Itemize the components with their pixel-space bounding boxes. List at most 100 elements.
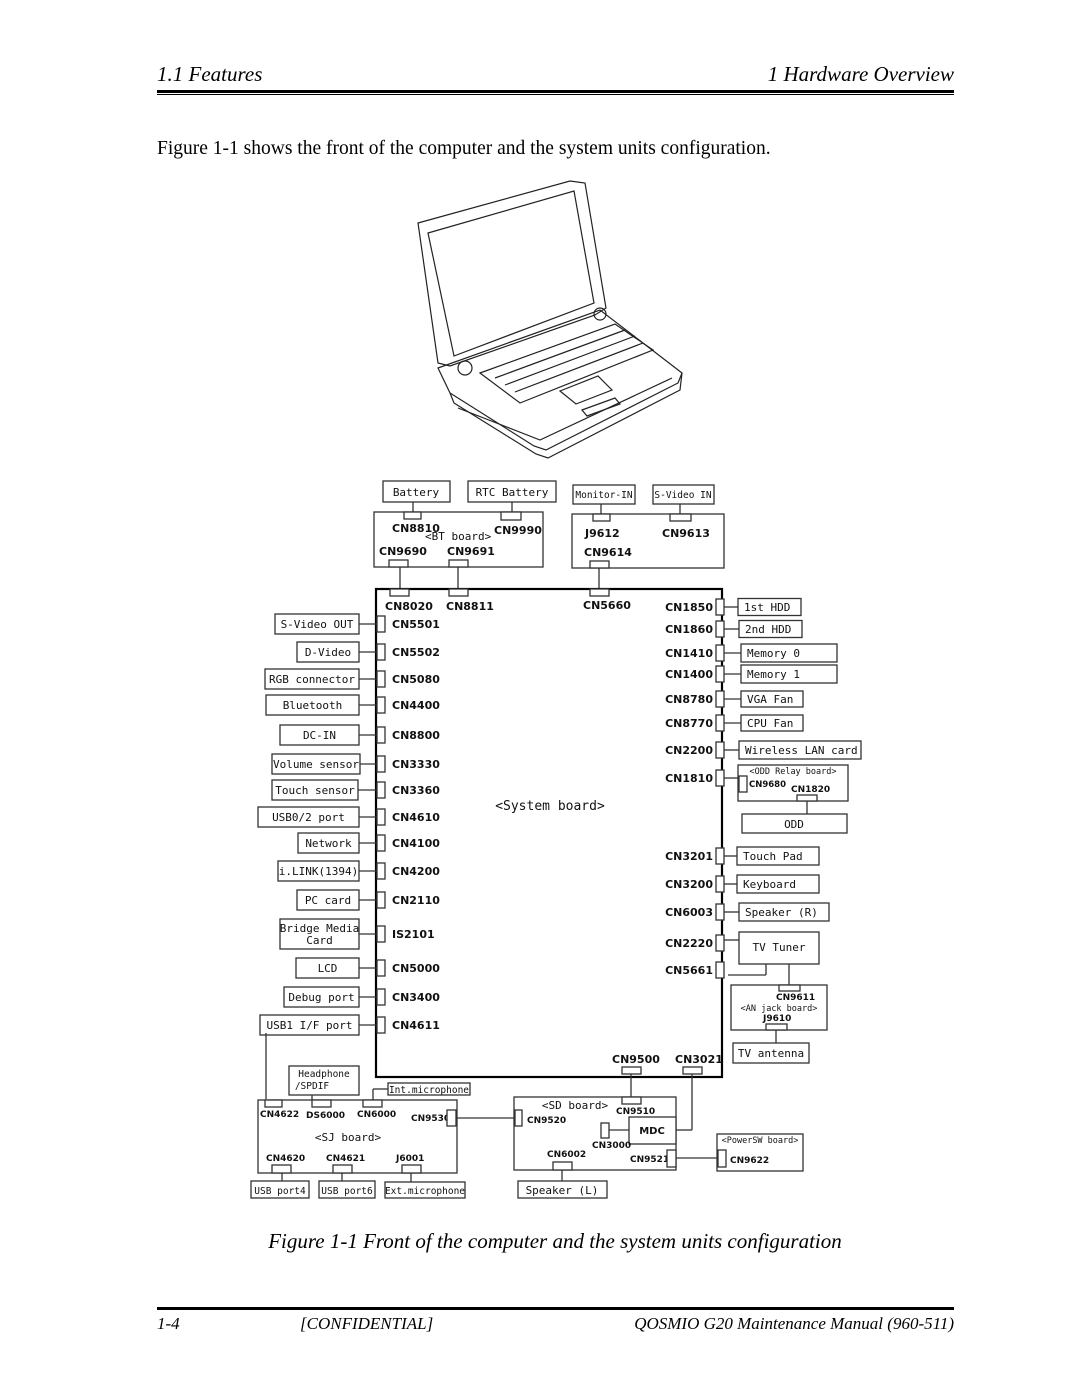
battery-label: Battery	[393, 486, 440, 499]
connector-port	[715, 714, 725, 732]
connector-label: CN2110	[392, 894, 440, 907]
connector-label: CN5502	[392, 646, 440, 659]
peripheral-label: Network	[305, 837, 352, 850]
powersw-board-label: <PowerSW board>	[722, 1136, 799, 1146]
ds6000-label: DS6000	[306, 1111, 345, 1121]
cn8020-label: CN8020	[385, 600, 433, 613]
tv-antenna-label: TV antenna	[738, 1047, 804, 1060]
cn9691-label: CN9691	[447, 545, 495, 558]
cn9614-connector	[589, 560, 610, 569]
cn8811-label: CN8811	[446, 600, 494, 613]
connector-port	[715, 903, 725, 921]
connector-port	[715, 847, 725, 865]
connector-label: CN3200	[665, 878, 713, 891]
right-peripheral: CN1410 Memory 0	[665, 643, 838, 663]
sd-board-label: <SD board>	[542, 1099, 609, 1112]
headphone-label: Headphone	[298, 1069, 350, 1080]
left-peripheral: USB0/2 port CN4610	[257, 806, 440, 828]
cn9690-connector	[388, 559, 409, 568]
cn8810-connector	[403, 511, 422, 520]
connector-label: CN1810	[665, 772, 713, 785]
cn9680-connector	[738, 775, 748, 793]
footer-rule	[157, 1307, 954, 1310]
connector-port	[715, 769, 725, 787]
connector-port	[376, 988, 386, 1006]
j9610-label: J9610	[762, 1014, 791, 1024]
cn4621-label: CN4621	[326, 1154, 365, 1164]
cn9530-label: CN9530	[411, 1114, 450, 1124]
connector-label: CN4400	[392, 699, 440, 712]
cn9520-label: CN9520	[527, 1116, 566, 1126]
connector-label: CN5080	[392, 673, 440, 686]
connector-label: CN1850	[665, 601, 713, 614]
connector-label: CN1410	[665, 647, 713, 660]
usb-port4-label: USB port4	[254, 1186, 306, 1197]
j9612-connector	[592, 513, 611, 522]
cn5660-label: CN5660	[583, 599, 631, 612]
cn8811-connector	[448, 588, 469, 597]
right-peripheral: CN2200 Wireless LAN card	[665, 740, 862, 760]
left-peripheral: RGB connector CN5080	[264, 668, 440, 690]
left-peripheral: Touch sensor CN3360	[271, 779, 440, 801]
connector-port	[376, 891, 386, 909]
figure-caption: Figure 1-1 Front of the computer and the…	[268, 1229, 842, 1253]
connector-port	[376, 1016, 386, 1034]
peripheral-label: Volume sensor	[273, 758, 359, 771]
peripheral-label: Speaker (R)	[745, 906, 818, 919]
an-jack-board-label: <AN jack board>	[741, 1004, 818, 1014]
connector-label: CN8780	[665, 693, 713, 706]
cn9611-label: CN9611	[776, 993, 815, 1003]
page-number: 1-4	[157, 1314, 180, 1333]
peripheral-label: Memory 0	[747, 647, 800, 660]
peripheral-label: LCD	[318, 962, 338, 975]
connector-port	[376, 755, 386, 773]
peripheral-label: DC-IN	[303, 729, 336, 742]
connector-port	[376, 808, 386, 826]
cn9680-label: CN9680	[749, 780, 786, 790]
system-board-label: <System board>	[495, 799, 605, 814]
connector-port	[376, 959, 386, 977]
cn9530-connector	[446, 1109, 457, 1127]
peripheral-label: D-Video	[305, 646, 351, 659]
sj-board-label: <SJ board>	[315, 1131, 382, 1144]
int-microphone-label: Int.microphone	[389, 1085, 469, 1096]
cn1820-connector	[796, 794, 818, 802]
j6001-connector	[401, 1164, 422, 1174]
cn3000-connector	[600, 1122, 610, 1139]
j6001-label: J6001	[395, 1154, 424, 1164]
ds6000-connector	[311, 1099, 332, 1108]
connector-label: CN4200	[392, 865, 440, 878]
connector-label: CN5661	[665, 964, 713, 977]
right-peripheral: CN8770 CPU Fan	[665, 714, 804, 732]
connector-port	[715, 961, 725, 979]
cn5660-connector	[589, 588, 610, 597]
connector-label: CN8770	[665, 717, 713, 730]
cn4620-label: CN4620	[266, 1154, 305, 1164]
connector-port	[376, 781, 386, 799]
peripheral-label: Bluetooth	[283, 699, 343, 712]
cn9622-connector	[717, 1149, 727, 1168]
right-peripheral: CN2220	[665, 934, 739, 952]
cn9990-label: CN9990	[494, 524, 542, 537]
rtc-battery-label: RTC Battery	[476, 486, 549, 499]
peripheral-label: i.LINK(1394)	[279, 865, 358, 878]
mdc-label: MDC	[639, 1126, 665, 1137]
connector-port	[715, 644, 725, 662]
system-configuration-diagram: Battery RTC Battery CN8810 <BT board> CN…	[250, 480, 862, 1199]
connector-port	[376, 834, 386, 852]
connector-port	[376, 726, 386, 744]
monitor-in-label: Monitor-IN	[575, 490, 632, 501]
left-peripheral: D-Video CN5502	[296, 641, 440, 663]
j9610-connector	[765, 1023, 788, 1031]
cn9613-label: CN9613	[662, 527, 710, 540]
j9612-label: J9612	[584, 527, 620, 540]
cn1820-label: CN1820	[791, 785, 830, 795]
peripheral-label: Touch Pad	[743, 850, 803, 863]
connector-label: CN4611	[392, 1019, 440, 1032]
left-peripheral: Bridge MediaCard IS2101	[279, 918, 435, 950]
cn3021-connector	[682, 1066, 703, 1075]
connector-label: CN5000	[392, 962, 440, 975]
right-peripheral: CN3200 Keyboard	[665, 874, 820, 894]
cn3000-label: CN3000	[592, 1141, 631, 1151]
connector-port	[715, 665, 725, 683]
